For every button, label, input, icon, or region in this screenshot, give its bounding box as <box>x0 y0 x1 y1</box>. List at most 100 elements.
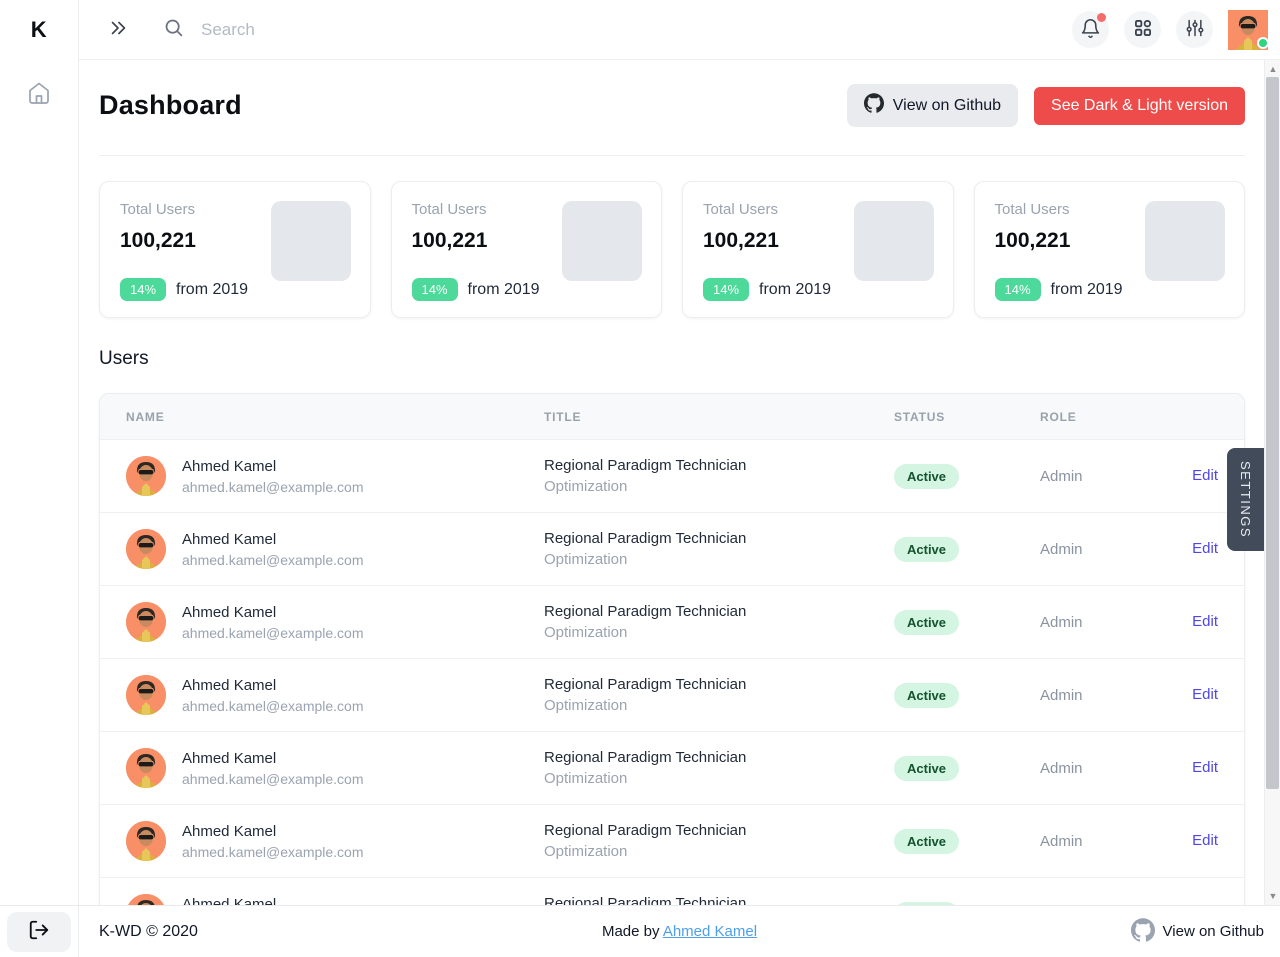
theme-version-button[interactable]: See Dark & Light version <box>1034 87 1245 125</box>
table-row: Ahmed Kamel ahmed.kamel@example.com Regi… <box>100 512 1244 585</box>
header-divider <box>99 155 1245 156</box>
user-role: Admin <box>1040 614 1150 631</box>
user-title: Regional Paradigm Technician <box>544 603 894 620</box>
stat-card-image-placeholder <box>1145 201 1225 281</box>
column-header-name: NAME <box>126 410 544 424</box>
user-avatar <box>126 748 166 788</box>
status-badge: Active <box>894 537 959 562</box>
status-cell: Active <box>894 756 1040 781</box>
users-section-title: Users <box>99 348 1245 370</box>
page-title: Dashboard <box>99 90 242 121</box>
column-header-status: STATUS <box>894 410 1040 424</box>
edit-link[interactable]: Edit <box>1192 759 1218 776</box>
column-header-role: ROLE <box>1040 410 1150 424</box>
user-identity: Ahmed Kamel ahmed.kamel@example.com <box>182 458 364 495</box>
app-logo: K <box>31 0 47 60</box>
user-role: Admin <box>1040 541 1150 558</box>
user-email: ahmed.kamel@example.com <box>182 552 364 568</box>
stat-card-image-placeholder <box>562 201 642 281</box>
user-identity: Ahmed Kamel ahmed.kamel@example.com <box>182 823 364 860</box>
stat-card-footer: 14% from 2019 <box>412 278 540 301</box>
footer-sidebar-section <box>0 906 79 957</box>
footer: K-WD © 2020 Made by Ahmed Kamel View on … <box>0 905 1280 957</box>
edit-link[interactable]: Edit <box>1192 832 1218 849</box>
sidebar-collapse-button[interactable] <box>107 17 129 42</box>
user-title-department: Optimization <box>544 697 894 714</box>
user-avatar <box>126 456 166 496</box>
settings-tab[interactable]: SETTINGS <box>1227 448 1264 551</box>
stat-card-image-placeholder <box>854 201 934 281</box>
stat-card-caption: from 2019 <box>468 281 540 299</box>
sidebar: K <box>0 0 79 905</box>
status-badge: Active <box>894 756 959 781</box>
percentage-badge: 14% <box>703 278 749 301</box>
scrollbar-up-arrow[interactable]: ▲ <box>1265 61 1280 77</box>
actions-cell: Edit <box>1150 540 1218 558</box>
user-title: Regional Paradigm Technician <box>544 822 894 839</box>
user-email: ahmed.kamel@example.com <box>182 625 364 641</box>
title-cell: Regional Paradigm Technician Optimizatio… <box>544 457 894 495</box>
settings-tab-label: SETTINGS <box>1238 461 1253 538</box>
scrollbar-down-arrow[interactable]: ▼ <box>1265 888 1280 904</box>
stat-card: Total Users 100,221 14% from 2019 <box>391 181 663 318</box>
footer-github-button[interactable]: View on Github <box>1131 918 1264 946</box>
scrollbar-thumb[interactable] <box>1266 77 1279 789</box>
user-email: ahmed.kamel@example.com <box>182 771 364 787</box>
apps-button[interactable] <box>1124 11 1161 48</box>
notifications-button[interactable] <box>1072 11 1109 48</box>
user-menu-button[interactable] <box>1228 10 1268 50</box>
filters-button[interactable] <box>1176 11 1213 48</box>
user-avatar <box>126 529 166 569</box>
status-badge: Active <box>894 610 959 635</box>
user-title: Regional Paradigm Technician <box>544 457 894 474</box>
author-link[interactable]: Ahmed Kamel <box>663 923 757 940</box>
title-cell: Regional Paradigm Technician Optimizatio… <box>544 895 894 905</box>
footer-main: K-WD © 2020 Made by Ahmed Kamel View on … <box>79 906 1280 957</box>
stat-card-footer: 14% from 2019 <box>120 278 248 301</box>
search-input[interactable] <box>201 20 621 40</box>
header-actions: View on Github See Dark & Light version <box>847 84 1245 127</box>
logout-button[interactable] <box>7 912 71 952</box>
status-cell: Active <box>894 829 1040 854</box>
table-header-row: NAME TITLE STATUS ROLE <box>100 394 1244 439</box>
made-by-text: Made by Ahmed Kamel <box>602 923 757 940</box>
user-role: Admin <box>1040 468 1150 485</box>
actions-cell: Edit <box>1150 832 1218 850</box>
view-on-github-button[interactable]: View on Github <box>847 84 1018 127</box>
status-cell: Active <box>894 464 1040 489</box>
chevron-double-right-icon <box>107 17 129 42</box>
user-email: ahmed.kamel@example.com <box>182 844 364 860</box>
title-cell: Regional Paradigm Technician Optimizatio… <box>544 530 894 568</box>
user-identity: Ahmed Kamel ahmed.kamel@example.com <box>182 604 364 641</box>
sidebar-item-home[interactable] <box>19 74 59 114</box>
percentage-badge: 14% <box>995 278 1041 301</box>
edit-link[interactable]: Edit <box>1192 540 1218 557</box>
edit-link[interactable]: Edit <box>1192 613 1218 630</box>
title-cell: Regional Paradigm Technician Optimizatio… <box>544 676 894 714</box>
user-avatar <box>126 675 166 715</box>
user-role: Admin <box>1040 760 1150 777</box>
user-avatar <box>126 821 166 861</box>
user-title-department: Optimization <box>544 770 894 787</box>
user-name: Ahmed Kamel <box>182 823 364 840</box>
logout-icon <box>28 919 50 944</box>
table-row: Ahmed Kamel ahmed.kamel@example.com Regi… <box>100 804 1244 877</box>
search-icon <box>163 17 184 43</box>
edit-link[interactable]: Edit <box>1192 467 1218 484</box>
user-cell: Ahmed Kamel ahmed.kamel@example.com <box>126 529 544 569</box>
actions-cell: Edit <box>1150 467 1218 485</box>
user-title-department: Optimization <box>544 551 894 568</box>
user-name: Ahmed Kamel <box>182 531 364 548</box>
user-title-department: Optimization <box>544 843 894 860</box>
user-cell: Ahmed Kamel ahmed.kamel@example.com <box>126 602 544 642</box>
edit-link[interactable]: Edit <box>1192 686 1218 703</box>
status-cell: Active <box>894 610 1040 635</box>
column-header-title: TITLE <box>544 410 894 424</box>
title-cell: Regional Paradigm Technician Optimizatio… <box>544 749 894 787</box>
stat-card: Total Users 100,221 14% from 2019 <box>682 181 954 318</box>
user-name: Ahmed Kamel <box>182 677 364 694</box>
scrollbar[interactable]: ▲ ▼ <box>1264 60 1280 905</box>
actions-cell: Edit <box>1150 686 1218 704</box>
footer-github-label: View on Github <box>1163 923 1264 940</box>
user-identity: Ahmed Kamel ahmed.kamel@example.com <box>182 896 364 906</box>
